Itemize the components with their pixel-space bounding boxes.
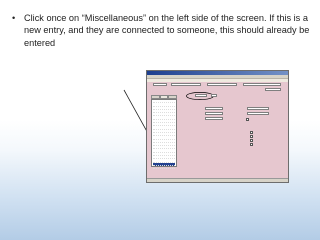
app-toolbar[interactable] <box>147 79 288 82</box>
checkbox-4[interactable] <box>250 139 253 142</box>
checkbox-2[interactable] <box>250 131 253 134</box>
last-name-field[interactable] <box>171 83 201 86</box>
form-field-3[interactable] <box>205 112 223 115</box>
app-screenshot <box>146 70 289 183</box>
checkbox-3[interactable] <box>250 135 253 138</box>
app-status-bar <box>147 178 288 182</box>
connected-lookup-field[interactable] <box>211 94 217 97</box>
form-field-5[interactable] <box>205 117 223 120</box>
checkbox-1[interactable] <box>246 118 249 121</box>
status-field[interactable] <box>265 88 281 91</box>
other-field[interactable] <box>243 83 281 86</box>
record-id-field[interactable] <box>153 83 167 86</box>
form-field-2[interactable] <box>247 107 269 110</box>
list-item[interactable] <box>153 166 175 170</box>
checkbox-1-label <box>251 118 271 121</box>
form-field-4[interactable] <box>247 112 269 115</box>
connected-to-field[interactable] <box>195 94 207 97</box>
checkbox-5[interactable] <box>250 143 253 146</box>
side-category-list <box>151 99 177 170</box>
first-name-field[interactable] <box>207 83 237 86</box>
form-field-1[interactable] <box>205 107 223 110</box>
